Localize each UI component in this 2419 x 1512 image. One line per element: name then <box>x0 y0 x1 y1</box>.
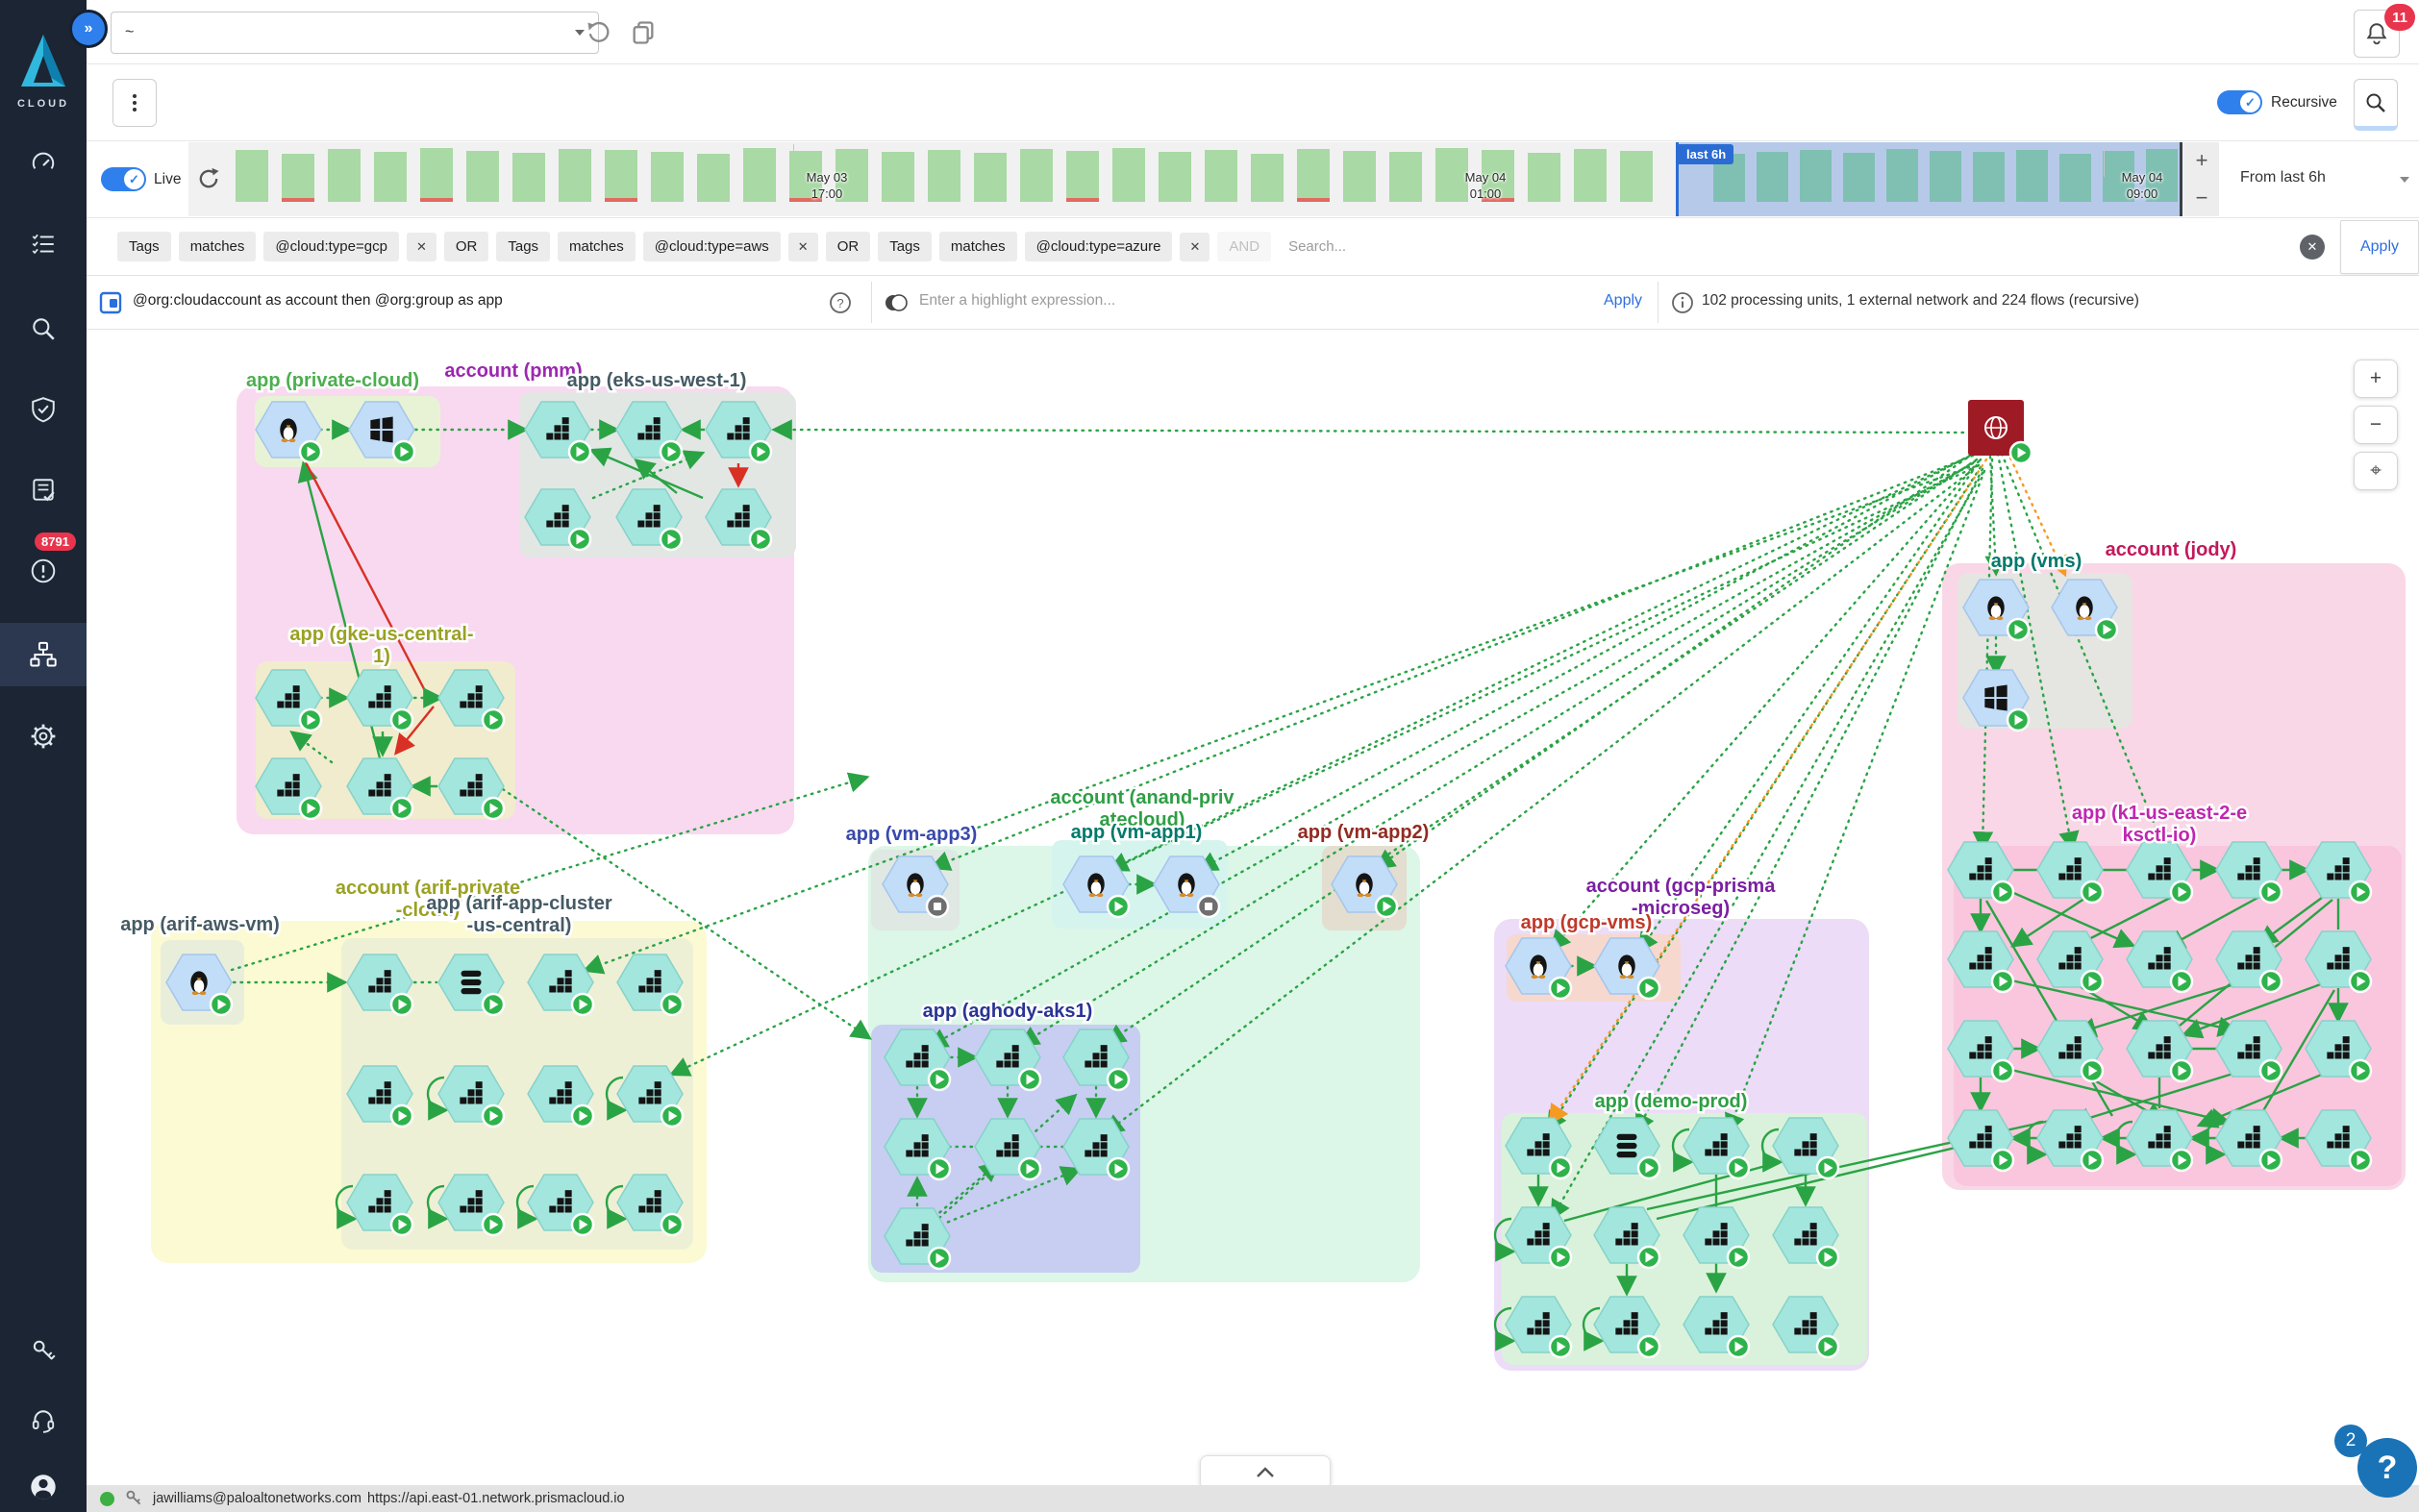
canvas-fit-button[interactable]: ⌖ <box>2354 452 2398 490</box>
stop-glyph <box>1205 903 1212 910</box>
canvas-zoom-in-button[interactable]: + <box>2354 359 2398 398</box>
alert-circle-icon <box>30 558 57 584</box>
group-label-app-k1-us-east-2-e-ksctl-io[interactable]: app (k1-us-east-2-e <box>2072 803 2247 824</box>
sidebar-item-policies[interactable] <box>0 231 87 258</box>
chevron-up-icon <box>1255 1466 1276 1479</box>
group-label-app-private-cloud[interactable]: app (private-cloud) <box>246 370 419 391</box>
search-icon <box>30 315 57 342</box>
group-label-app-eks-us-west-1[interactable]: app (eks-us-west-1) <box>567 370 747 391</box>
alerts-count-badge: 8791 <box>35 533 76 551</box>
key-icon <box>124 1489 143 1508</box>
canvas-zoom-out-button[interactable]: − <box>2354 406 2398 444</box>
group-label-app-vm-app1[interactable]: app (vm-app1) <box>1071 822 1203 843</box>
group-label-account-gcp-prisma-microseg[interactable]: account (gcp-prisma <box>1586 876 1777 897</box>
flow-edge <box>1111 454 1975 869</box>
checklist-icon <box>30 231 57 258</box>
group-label-account-pmm[interactable]: account (pmm) <box>444 360 582 382</box>
group-label-app-gke-us-central-1[interactable]: 1) <box>373 646 390 667</box>
sidebar-item-alerts[interactable] <box>0 558 87 584</box>
group-label-app-gke-us-central-1[interactable]: app (gke-us-central- <box>289 624 473 645</box>
sidebar: CLOUD <box>0 0 87 1512</box>
connection-status-icon <box>100 1492 114 1506</box>
sidebar-item-network[interactable] <box>0 640 87 669</box>
document-check-icon <box>30 477 57 504</box>
sidebar-item-profile[interactable] <box>0 1473 87 1501</box>
sidebar-item-compliance[interactable] <box>0 396 87 423</box>
flow-edge <box>776 430 1963 433</box>
sidebar-item-support[interactable] <box>0 1407 87 1434</box>
status-user-email: jawilliams@paloaltonetworks.com <box>153 1491 362 1506</box>
speedometer-icon <box>30 150 57 177</box>
brand-name: CLOUD <box>0 98 87 110</box>
prisma-cloud-network-page: account (pmm) account (jody) account (anan… <box>0 0 2419 1512</box>
status-bar-content: jawilliams@paloaltonetworks.com https://… <box>87 1485 2419 1512</box>
sidebar-item-reports[interactable] <box>0 477 87 504</box>
flow-edge <box>1201 452 1977 869</box>
shield-check-icon <box>30 396 57 423</box>
help-button[interactable]: ? <box>2357 1438 2417 1498</box>
stack-icon <box>1617 1134 1637 1158</box>
group-label-account-jody[interactable]: account (jody) <box>2106 539 2237 560</box>
stack-icon <box>461 971 482 995</box>
key-icon <box>30 1338 57 1365</box>
group-label-app-vm-app3[interactable]: app (vm-app3) <box>846 824 978 845</box>
group-label-app-aghody-aks1[interactable]: app (aghody-aks1) <box>923 1001 1093 1022</box>
prisma-cloud-logo <box>17 33 69 92</box>
headset-icon <box>30 1407 57 1434</box>
group-label-account-anand-privatecloud[interactable]: account (anand-priv <box>1050 787 1234 808</box>
group-label-app-gcp-vms[interactable]: app (gcp-vms) <box>1521 912 1653 933</box>
group-label-app-arif-app-cluster-us-central[interactable]: -us-central) <box>467 915 572 936</box>
sidebar-item-investigate[interactable] <box>0 315 87 342</box>
network-topology-canvas[interactable]: account (pmm) account (jody) account (anan… <box>0 0 2419 1512</box>
network-topology-icon <box>29 640 58 669</box>
help-notification-badge: 2 <box>2334 1425 2367 1457</box>
group-label-app-vms[interactable]: app (vms) <box>1991 551 2082 572</box>
stop-glyph <box>934 903 941 910</box>
group-label-app-arif-app-cluster-us-central[interactable]: app (arif-app-cluster <box>426 893 612 914</box>
group-label-app-vm-app2[interactable]: app (vm-app2) <box>1298 822 1430 843</box>
sidebar-expand-button[interactable]: » <box>69 10 108 48</box>
group-label-app-demo-prod[interactable]: app (demo-prod) <box>1595 1091 1748 1112</box>
group-label-app-k1-us-east-2-e-ksctl-io[interactable]: ksctl-io) <box>2123 825 2197 846</box>
sidebar-item-settings[interactable] <box>0 723 87 750</box>
sidebar-item-dashboard[interactable] <box>0 150 87 177</box>
group-label-app-arif-aws-vm[interactable]: app (arif-aws-vm) <box>120 914 280 935</box>
user-avatar-icon <box>29 1473 58 1501</box>
sidebar-item-access-keys[interactable] <box>0 1338 87 1365</box>
status-api-url: https://api.east-01.network.prismacloud.… <box>367 1491 625 1506</box>
gear-icon <box>30 723 57 750</box>
